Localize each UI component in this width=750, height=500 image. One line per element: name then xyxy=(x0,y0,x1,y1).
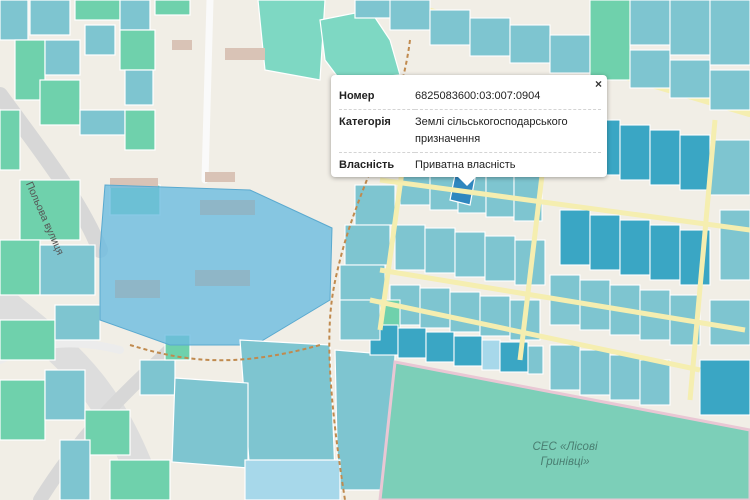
popup-pointer xyxy=(458,177,476,186)
info-value: Приватна власність xyxy=(415,152,601,178)
info-value: 6825083600:03:007:0904 xyxy=(415,90,541,102)
solar-station-label: СЕС «Лісові Гринівці» xyxy=(505,440,625,470)
info-key: Власність xyxy=(339,152,415,178)
info-key: Категорія xyxy=(339,109,415,153)
info-row-category: Категорія Землі сільськогосподарського п… xyxy=(339,109,601,153)
info-row-ownership: Власність Приватна власність xyxy=(339,152,601,178)
solar-station-label-line1: СЕС «Лісові xyxy=(532,441,598,453)
parcel-info-popup: × Номер 6825083600:03:007:0904 Категорія… xyxy=(331,75,607,186)
info-key: Номер xyxy=(339,90,375,102)
info-value: Землі сільськогосподарського призначення xyxy=(415,109,601,153)
info-row-number: Номер 6825083600:03:007:0904 xyxy=(339,84,601,110)
solar-station-label-line2: Гринівці» xyxy=(540,456,590,468)
parcel-info-table: Номер 6825083600:03:007:0904 Категорія З… xyxy=(339,84,601,178)
